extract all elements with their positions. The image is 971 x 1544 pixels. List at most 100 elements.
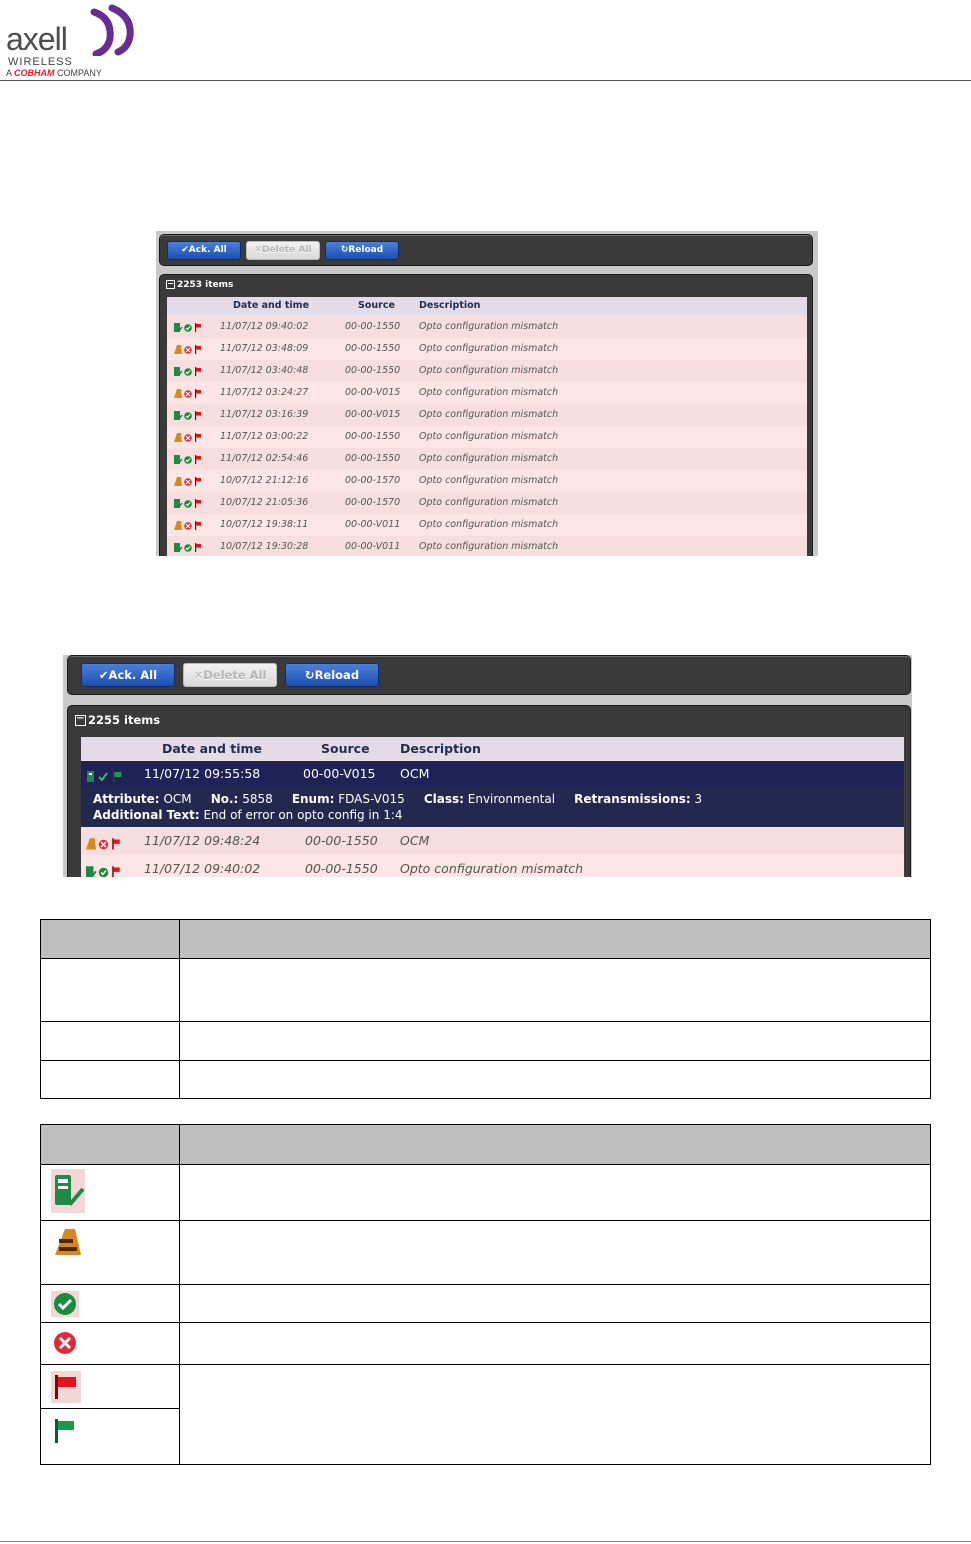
field-table [40,919,931,1099]
col-source[interactable]: Source [358,297,395,315]
row-source: 00-00-1570 [345,475,401,486]
row-date: 11/07/12 03:48:09 [220,343,309,354]
delete-all-button[interactable]: ✕Delete All [246,241,320,260]
row-description: OCM [400,833,430,848]
row-description: Opto configuration mismatch [419,387,559,398]
ack-all-button[interactable]: ✔Ack. All [81,663,175,687]
row-description: Opto configuration mismatch [419,541,559,552]
row-source: 00-00-V015 [345,409,401,420]
acknowledged-alarm-icon [55,1175,85,1206]
row-description: Opto configuration mismatch [419,343,559,354]
row-date: 10/07/12 21:05:36 [220,497,309,508]
row-source: 00-00-1550 [345,343,401,354]
row-source: 00-00-1550 [305,861,378,876]
table-header-cell [40,919,180,959]
table-row[interactable]: 11/07/12 09:48:24 00-00-1550 OCM [81,827,904,855]
alarm-list-screenshot-expanded: ✔Ack. All ✕Delete All ↻Reload −2255 item… [63,655,912,877]
cobham-wordmark: COBHAM [14,68,55,78]
row-date: 11/07/12 03:40:48 [220,365,309,376]
col-date[interactable]: Date and time [233,297,309,315]
row-date: 10/07/12 19:30:28 [220,541,309,552]
alarm-list-panel: −2255 items Date and time Source Descrip… [67,705,911,877]
collapse-icon[interactable]: − [75,714,86,726]
row-source: 00-00-V015 [345,387,401,398]
company-logo: axell WIRELESS A COBHAM COMPANY [6,4,146,78]
logo-swoosh-icon [90,4,134,56]
toolbar: ✔Ack. All ✕Delete All ↻Reload [159,234,813,266]
row-source: 00-00-1550 [345,321,401,332]
table-header-cell [40,1124,180,1165]
table-header-cell [179,919,931,959]
table-row[interactable]: 11/07/12 02:54:46 00-00-1550 Opto configur… [167,448,807,470]
logo-brand: axell [6,21,68,57]
table-row[interactable]: 10/07/12 21:05:36 00-00-1570 Opto configur… [167,492,807,514]
table-row [40,1021,931,1061]
alarm-list-screenshot-small: ✔Ack. All ✕Delete All ↻Reload −2253 item… [156,231,818,556]
table-row [40,1220,931,1285]
header-rule [0,80,971,81]
selected-alarm-row[interactable]: 11/07/12 09:55:58 00-00-V015 OCM [81,761,904,787]
row-description: Opto configuration mismatch [419,453,559,464]
table-row[interactable]: 11/07/12 09:40:02 00-00-1550 Opto configur… [81,855,904,877]
table-row[interactable]: 11/07/12 03:24:27 00-00-V015 Opto configur… [167,382,807,404]
table-row[interactable]: 11/07/12 03:16:39 00-00-V015 Opto configur… [167,404,807,426]
table-row [40,1284,931,1323]
table-row[interactable]: 11/07/12 09:40:02 00-00-1550 Opto configur… [167,316,807,338]
col-description[interactable]: Description [419,297,480,315]
item-count[interactable]: −2253 items [166,280,233,290]
row-description: Opto configuration mismatch [419,475,559,486]
row-source: 00-00-V011 [345,541,401,552]
row-source: 00-00-1550 [305,833,378,848]
row-source: 00-00-V015 [303,766,376,781]
row-date: 11/07/12 03:00:22 [220,431,309,442]
unacknowledged-alarm-icon [55,1229,81,1255]
row-date: 11/07/12 03:16:39 [220,409,309,420]
row-description: Opto configuration mismatch [419,321,559,332]
table-row[interactable]: 11/07/12 03:40:48 00-00-1550 Opto configur… [167,360,807,382]
red-flag-icon [55,1375,76,1399]
table-row [40,1322,931,1365]
row-date: 11/07/12 09:55:58 [144,766,261,781]
icon-legend-table [40,1124,931,1465]
error-circle-icon [54,1332,76,1354]
row-description: Opto configuration mismatch [419,519,559,530]
table-row [40,1060,931,1099]
col-description[interactable]: Description [400,737,481,760]
ack-all-button[interactable]: ✔Ack. All [167,241,241,260]
table-row[interactable]: 10/07/12 19:38:11 00-00-V011 Opto configur… [167,514,807,536]
table-row [40,1164,931,1221]
row-date: 10/07/12 21:12:16 [220,475,309,486]
row-date: 11/07/12 09:40:02 [144,861,261,876]
reload-button[interactable]: ↻Reload [285,663,379,687]
row-date: 11/07/12 09:40:02 [220,321,309,332]
item-count[interactable]: −2255 items [75,713,160,727]
row-source: 00-00-1550 [345,453,401,464]
row-source: 00-00-1550 [345,431,401,442]
logo-company: A COBHAM COMPANY [6,68,102,78]
row-description: Opto configuration mismatch [419,431,559,442]
alarm-grid: Date and time Source Description 11/07/1… [167,297,807,556]
logo-subtitle: WIRELESS [8,56,73,68]
alarm-list-panel: −2253 items Date and time Source Descrip… [159,274,813,556]
table-row[interactable]: 10/07/12 21:12:16 00-00-1570 Opto configur… [167,470,807,492]
green-flag-icon [55,1419,74,1443]
status-icons [86,862,121,877]
detail-line-1: Attribute: OCM No.: 5858 Enum: FDAS-V015… [93,792,703,806]
row-source: 00-00-1550 [345,365,401,376]
row-source: 00-00-V011 [345,519,401,530]
row-date: 11/07/12 03:24:27 [220,387,309,398]
alarm-grid: Date and time Source Description 11/07/1… [81,737,904,877]
table-row[interactable]: 10/07/12 19:30:28 00-00-V011 Opto configur… [167,536,807,556]
col-date[interactable]: Date and time [162,737,262,760]
row-description: Opto configuration mismatch [419,497,559,508]
grid-header: Date and time Source Description [167,297,807,315]
delete-all-button[interactable]: ✕Delete All [183,663,277,687]
collapse-icon[interactable]: − [166,280,175,289]
reload-button[interactable]: ↻Reload [325,241,399,260]
toolbar: ✔Ack. All ✕Delete All ↻Reload [67,655,911,695]
table-row[interactable]: 11/07/12 03:00:22 00-00-1550 Opto configur… [167,426,807,448]
table-row[interactable]: 11/07/12 03:48:09 00-00-1550 Opto configur… [167,338,807,360]
col-source[interactable]: Source [321,737,370,760]
row-date: 11/07/12 09:48:24 [144,833,261,848]
row-description: Opto configuration mismatch [419,365,559,376]
